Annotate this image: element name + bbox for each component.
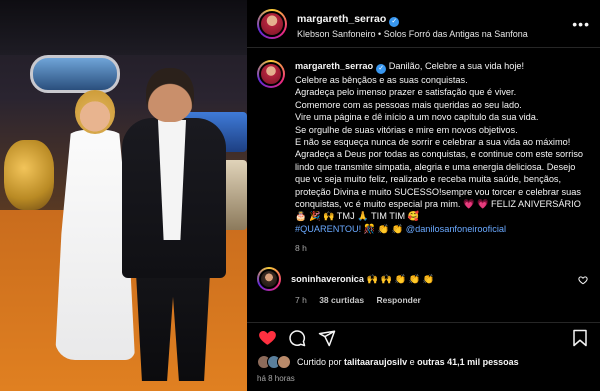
- heart-icon[interactable]: [257, 328, 277, 348]
- action-bar: [247, 322, 600, 352]
- hashtag-link[interactable]: #QUARENTOU!: [295, 224, 361, 234]
- caption-line: Celebre as bênçãos e as suas conquistas.: [295, 75, 468, 85]
- author-username[interactable]: margareth_serrao: [297, 13, 386, 25]
- comment-item: soninhaveronica 🙌 🙌 👏 👏 👏: [247, 267, 600, 292]
- liked-by-user[interactable]: talitaaraujosilv: [344, 357, 407, 367]
- stage-screen: [30, 55, 120, 93]
- commenter-avatar[interactable]: [257, 267, 281, 292]
- caption-line: Danilão, Celebre a sua vida hoje!: [388, 61, 525, 71]
- commenter-username[interactable]: soninhaveronica: [291, 274, 364, 284]
- bookmark-icon[interactable]: [570, 328, 590, 348]
- mention-link[interactable]: @danilosanfoneirooficial: [406, 224, 506, 234]
- author-avatar[interactable]: [257, 8, 287, 39]
- caption-line: Comemore com as pessoas mais queridas ao…: [295, 99, 522, 110]
- post-viewer: margareth_serrao ✓ Klebson Sanfoneiro • S…: [0, 0, 600, 391]
- caption-line: Vire uma página e dê início a um novo ca…: [295, 112, 539, 123]
- post-time[interactable]: há 8 horas: [257, 374, 295, 383]
- caption-line: Agradeça pelo imenso prazer e satisfação…: [295, 87, 517, 98]
- liked-by: Curtido por talitaaraujosilv e outras 41…: [257, 355, 519, 369]
- hashtag-emoji: 🎊 👏 👏: [363, 223, 404, 234]
- caption-line: E não se esqueça nunca de sorrir e celeb…: [295, 137, 584, 222]
- comment-time: 7 h: [295, 295, 307, 306]
- verified-badge-icon: ✓: [389, 16, 400, 27]
- caption-avatar[interactable]: [257, 60, 285, 88]
- comment-text: 🙌 🙌 👏 👏 👏: [366, 273, 434, 284]
- post-photo[interactable]: [0, 0, 247, 391]
- post-details-panel: margareth_serrao ✓ Klebson Sanfoneiro • S…: [247, 0, 600, 391]
- comment-meta: 7 h 38 curtidas Responder: [295, 295, 600, 305]
- liked-by-others[interactable]: outras 41,1 mil pessoas: [417, 357, 519, 367]
- share-icon[interactable]: [317, 328, 337, 348]
- stage-truss: [0, 0, 247, 55]
- post-header: margareth_serrao ✓ Klebson Sanfoneiro • S…: [247, 0, 600, 48]
- liked-by-prefix: Curtido por: [297, 357, 342, 367]
- verified-badge-icon: ✓: [376, 64, 387, 74]
- more-icon[interactable]: •••: [572, 16, 590, 32]
- caption-line: Se orgulhe de suas vitórias e mire em no…: [295, 124, 518, 135]
- comment-reply-button[interactable]: Responder: [376, 295, 420, 305]
- audio-info[interactable]: Klebson Sanfoneiro • Solos Forró das Ant…: [297, 28, 528, 40]
- comment-icon[interactable]: [287, 328, 307, 348]
- liker-avatars[interactable]: [257, 355, 291, 369]
- man-in-suit: [118, 68, 228, 386]
- caption-username[interactable]: margareth_serrao: [295, 61, 373, 71]
- comment-likes[interactable]: 38 curtidas: [319, 295, 364, 305]
- caption-time: 8 h: [295, 243, 307, 254]
- liked-by-suffix: e: [409, 357, 415, 367]
- caption: margareth_serrao ✓ Danilão, Celebre a sua…: [247, 48, 600, 235]
- comment-like-heart-icon[interactable]: [578, 275, 588, 287]
